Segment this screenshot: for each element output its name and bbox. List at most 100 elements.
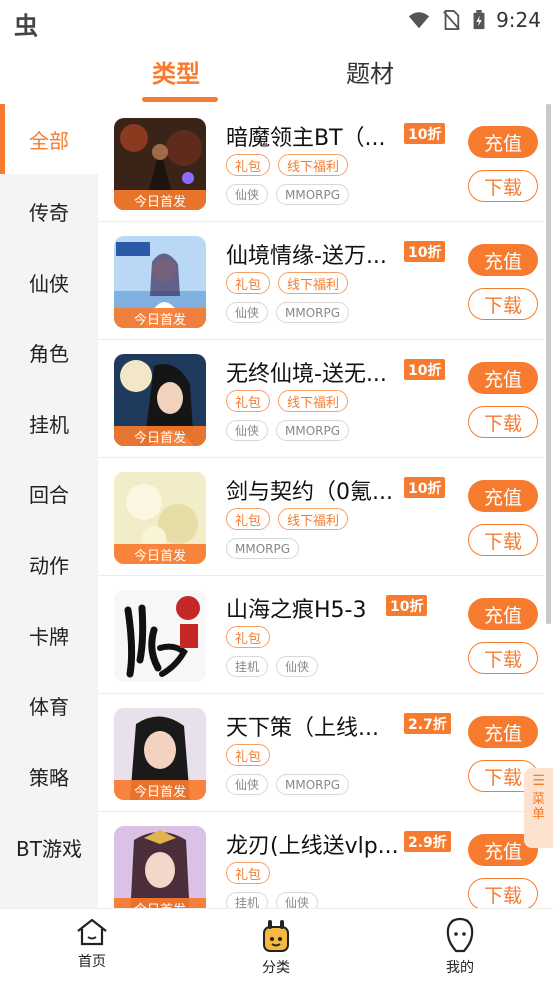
game-thumbnail[interactable]: 今日首发 (114, 472, 206, 564)
sidebar-item-action[interactable]: 动作 (0, 529, 98, 599)
download-button[interactable]: 下载 (468, 170, 538, 202)
game-art-image (114, 590, 206, 682)
first-release-badge: 今日首发 (114, 544, 206, 564)
top-tabs: 类型 题材 (0, 40, 553, 104)
sidebar-item-xianxia[interactable]: 仙侠 (0, 247, 98, 317)
benefit-tag: 礼包 (226, 744, 271, 766)
download-button[interactable]: 下载 (468, 288, 538, 320)
game-list: 今日首发 暗魔领主BT（... 10折 礼包 线下福利 仙侠 MMORPG 充值… (98, 104, 553, 908)
genre-tag: 仙侠 (226, 184, 269, 205)
game-row[interactable]: 今日首发 天下策（上线... 2.7折 礼包 仙侠 MMORPG 充值 下载 (98, 694, 544, 812)
game-title[interactable]: 剑与契约（0氪... (226, 474, 393, 506)
benefit-tag: 线下福利 (278, 508, 349, 530)
sidebar-item-turn-based[interactable]: 回合 (0, 458, 98, 528)
game-row[interactable]: 今日首发 剑与契约（0氪... 10折 礼包 线下福利 MMORPG 充值 下载 (98, 458, 544, 576)
benefit-tag: 礼包 (226, 508, 271, 530)
discount-badge: 2.9折 (404, 831, 451, 852)
battery-charging-icon (473, 10, 485, 30)
sidebar-item-role[interactable]: 角色 (0, 317, 98, 387)
download-button[interactable]: 下载 (468, 878, 538, 908)
download-button[interactable]: 下载 (468, 524, 538, 556)
game-thumbnail[interactable]: 今日首发 (114, 354, 206, 446)
first-release-badge: 今日首发 (114, 190, 206, 210)
game-title[interactable]: 山海之痕H5-3 (226, 592, 366, 624)
floating-menu-label: 菜单 (531, 792, 545, 822)
charge-button[interactable]: 充值 (468, 362, 538, 394)
no-sim-icon (443, 10, 460, 30)
genre-tag: 挂机 (226, 892, 269, 908)
game-thumbnail[interactable]: 今日首发 (114, 826, 206, 908)
sidebar-item-all[interactable]: 全部 (0, 104, 98, 174)
benefit-tag: 礼包 (226, 390, 271, 412)
tab-type[interactable]: 类型 (152, 54, 200, 89)
genre-tag: 仙侠 (226, 302, 269, 323)
discount-badge: 10折 (404, 241, 446, 262)
benefit-tag: 礼包 (226, 154, 271, 176)
benefit-tag: 线下福利 (278, 272, 349, 294)
game-thumbnail[interactable]: 今日首发 (114, 118, 206, 210)
menu-icon: ☰ (532, 773, 545, 789)
charge-button[interactable]: 充值 (468, 244, 538, 276)
game-title[interactable]: 暗魔领主BT（... (226, 120, 386, 152)
first-release-badge: 今日首发 (114, 308, 206, 328)
benefit-tag: 礼包 (226, 272, 271, 294)
nav-category[interactable]: 分类 (236, 917, 316, 977)
game-thumbnail[interactable]: 今日首发 (114, 708, 206, 800)
benefit-tag: 礼包 (226, 626, 271, 648)
charge-button[interactable]: 充值 (468, 126, 538, 158)
benefit-tag: 线下福利 (278, 390, 349, 412)
genre-tag: 挂机 (226, 656, 269, 677)
sidebar-item-legend[interactable]: 传奇 (0, 176, 98, 246)
download-button[interactable]: 下载 (468, 642, 538, 674)
download-button[interactable]: 下载 (468, 406, 538, 438)
discount-badge: 10折 (404, 123, 446, 144)
game-title[interactable]: 龙刃(上线送vlp... (226, 828, 399, 860)
sidebar-item-bt-games[interactable]: BT游戏 (0, 812, 98, 882)
game-row[interactable]: 今日首发 无终仙境-送无... 10折 礼包 线下福利 仙侠 MMORPG 充值… (98, 340, 544, 458)
charge-button[interactable]: 充值 (468, 598, 538, 630)
discount-badge: 2.7折 (404, 713, 451, 734)
bottom-navigation: 首页 分类 我的 (0, 908, 553, 983)
sidebar-item-strategy[interactable]: 策略 (0, 741, 98, 811)
genre-tag: 仙侠 (226, 774, 269, 795)
category-sidebar: 全部 传奇 仙侠 角色 挂机 回合 动作 卡牌 体育 策略 BT游戏 (0, 104, 98, 908)
wifi-icon (408, 12, 430, 29)
floating-menu-button[interactable]: ☰ 菜单 (524, 768, 553, 848)
genre-tag: 仙侠 (276, 892, 319, 908)
game-art-image (114, 826, 206, 908)
genre-tag: MMORPG (276, 302, 350, 323)
game-row[interactable]: 山海之痕H5-3 10折 礼包 挂机 仙侠 充值 下载 (98, 576, 544, 694)
game-title[interactable]: 无终仙境-送无... (226, 356, 387, 388)
game-title[interactable]: 仙境情缘-送万... (226, 238, 387, 270)
discount-badge: 10折 (404, 359, 446, 380)
game-row[interactable]: 今日首发 龙刃(上线送vlp... 2.9折 礼包 挂机 仙侠 充值 下载 (98, 812, 544, 908)
game-row[interactable]: 今日首发 仙境情缘-送万... 10折 礼包 线下福利 仙侠 MMORPG 充值… (98, 222, 544, 340)
home-icon (77, 918, 107, 946)
game-thumbnail[interactable] (114, 590, 206, 682)
discount-badge: 10折 (404, 477, 446, 498)
nav-profile[interactable]: 我的 (420, 917, 500, 977)
genre-tag: 仙侠 (276, 656, 319, 677)
nav-profile-label: 我的 (446, 960, 474, 976)
genre-tag: MMORPG (276, 774, 350, 795)
first-release-badge: 今日首发 (114, 898, 206, 908)
game-row[interactable]: 今日首发 暗魔领主BT（... 10折 礼包 线下福利 仙侠 MMORPG 充值… (98, 104, 544, 222)
tab-theme[interactable]: 题材 (346, 54, 394, 89)
benefit-tag: 礼包 (226, 862, 271, 884)
profile-icon (446, 917, 474, 953)
app-notification-icon: 虫 (14, 12, 38, 40)
game-thumbnail[interactable]: 今日首发 (114, 236, 206, 328)
sidebar-item-card[interactable]: 卡牌 (0, 600, 98, 670)
sidebar-item-sports[interactable]: 体育 (0, 670, 98, 740)
game-title[interactable]: 天下策（上线... (226, 710, 379, 742)
category-icon (263, 920, 289, 952)
nav-home-label: 首页 (78, 954, 106, 970)
list-scrollbar[interactable] (546, 104, 551, 624)
sidebar-item-idle[interactable]: 挂机 (0, 388, 98, 458)
genre-tag: 仙侠 (226, 420, 269, 441)
active-tab-indicator (142, 97, 218, 102)
charge-button[interactable]: 充值 (468, 480, 538, 512)
clock: 9:24 (496, 8, 541, 32)
charge-button[interactable]: 充值 (468, 716, 538, 748)
nav-home[interactable]: 首页 (52, 917, 132, 971)
